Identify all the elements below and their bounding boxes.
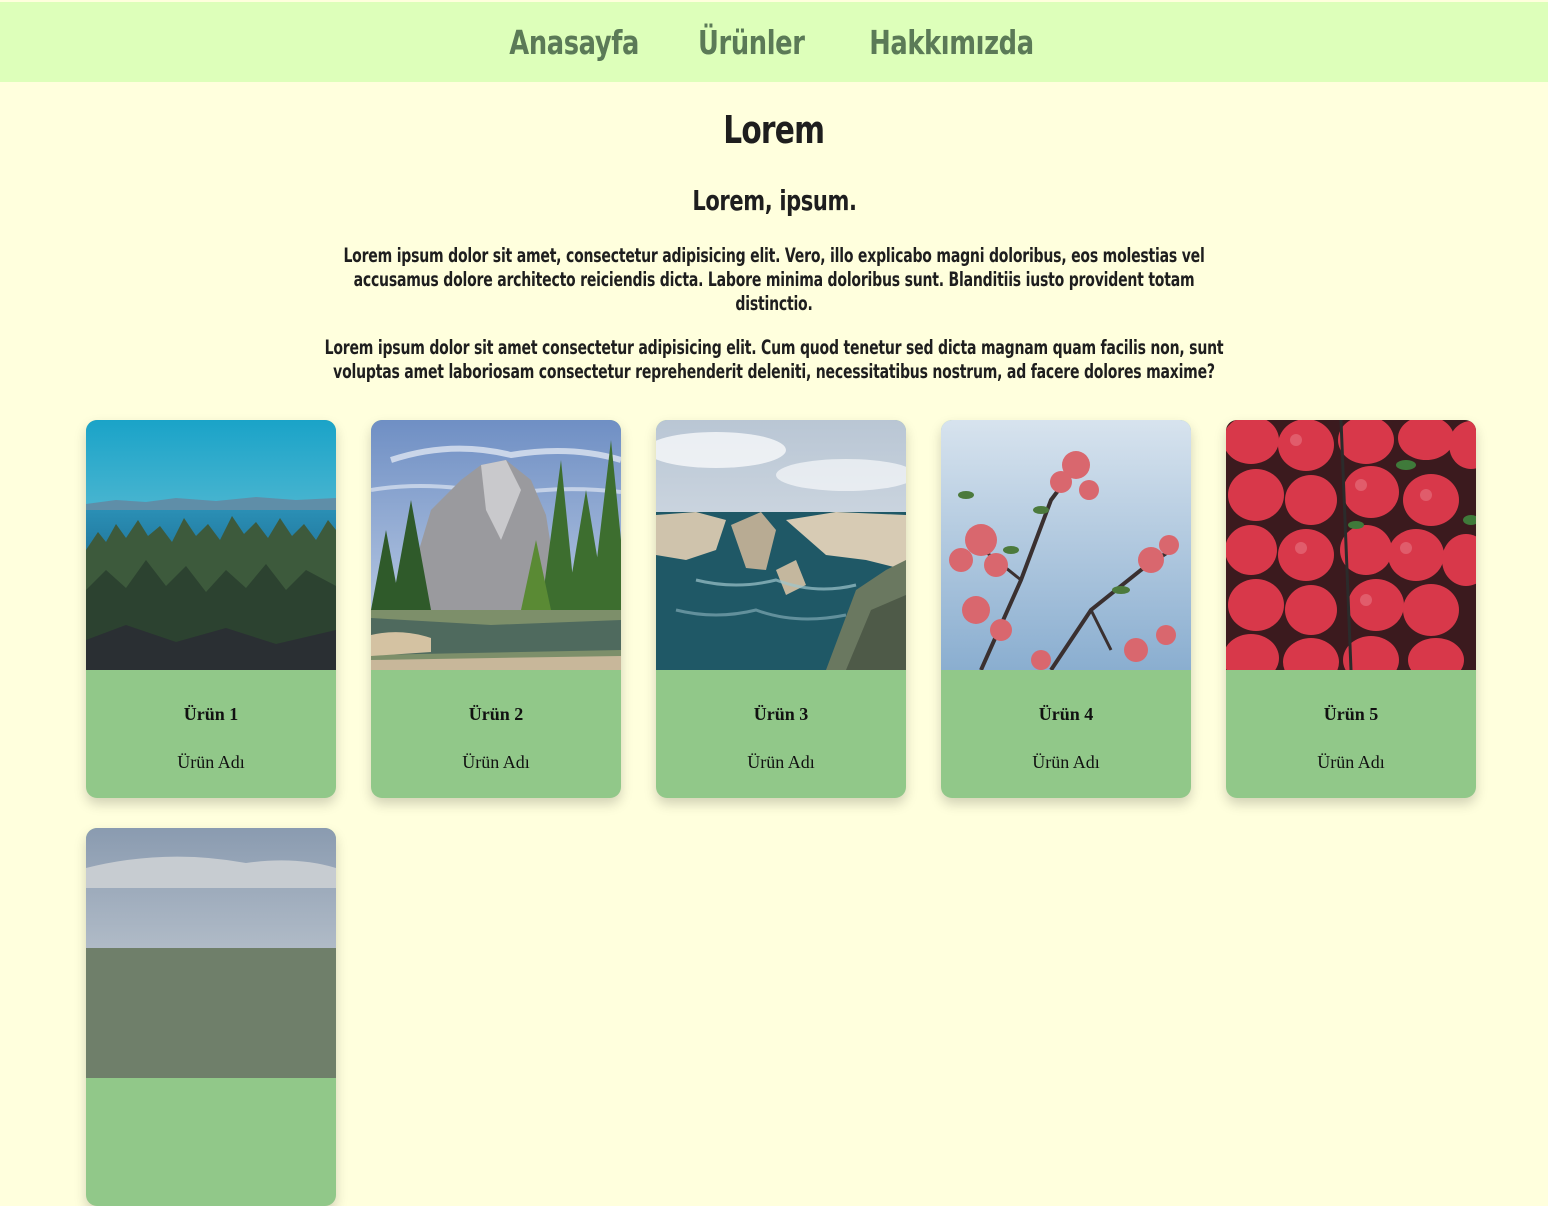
product-card[interactable]	[86, 828, 336, 1206]
product-image-mountain-valley	[371, 420, 621, 670]
product-name: Ürün Adı	[747, 752, 815, 772]
page-subtitle-text: Lorem, ipsum.	[691, 184, 857, 217]
product-image-blossom-branches	[941, 420, 1191, 670]
top-navigation: Anasayfa Ürünler Hakkımızda	[0, 2, 1548, 82]
nav-link-about[interactable]: Hakkımızda	[869, 23, 1034, 62]
product-image-lake-forest	[86, 420, 336, 670]
product-card[interactable]: Ürün 2 Ürün Adı	[371, 420, 621, 798]
product-name: Ürün Adı	[1032, 752, 1100, 772]
product-card[interactable]: Ürün 1 Ürün Adı	[86, 420, 336, 798]
page-subtitle: Lorem, ipsum.	[0, 184, 1548, 217]
product-card[interactable]: Ürün 3 Ürün Adı	[656, 420, 906, 798]
product-image-strawberries	[1226, 420, 1476, 670]
nav-link-home[interactable]: Anasayfa	[509, 23, 639, 62]
product-image-landscape-partial	[86, 828, 336, 1078]
product-grid: Ürün 1 Ürün Adı Ürün 2 Ürün Adı Ürün 3 Ü…	[86, 420, 1476, 1206]
page-title-text: Lorem	[723, 108, 826, 152]
product-title: Ürün 3	[753, 704, 809, 724]
intro-paragraph-2: Lorem ipsum dolor sit amet consectetur a…	[324, 336, 1224, 383]
product-title: Ürün 5	[1323, 704, 1379, 724]
product-title: Ürün 2	[468, 704, 524, 724]
product-name: Ürün Adı	[1317, 752, 1385, 772]
intro-paragraph-1: Lorem ipsum dolor sit amet, consectetur …	[343, 244, 1205, 315]
product-title: Ürün 1	[183, 704, 239, 724]
product-title: Ürün 4	[1038, 704, 1094, 724]
product-name: Ürün Adı	[177, 752, 245, 772]
product-image-coastal-cliffs	[656, 420, 906, 670]
nav-link-products[interactable]: Ürünler	[698, 23, 805, 62]
page-title: Lorem	[0, 108, 1548, 152]
product-card[interactable]: Ürün 4 Ürün Adı	[941, 420, 1191, 798]
product-name: Ürün Adı	[462, 752, 530, 772]
product-card[interactable]: Ürün 5 Ürün Adı	[1226, 420, 1476, 798]
